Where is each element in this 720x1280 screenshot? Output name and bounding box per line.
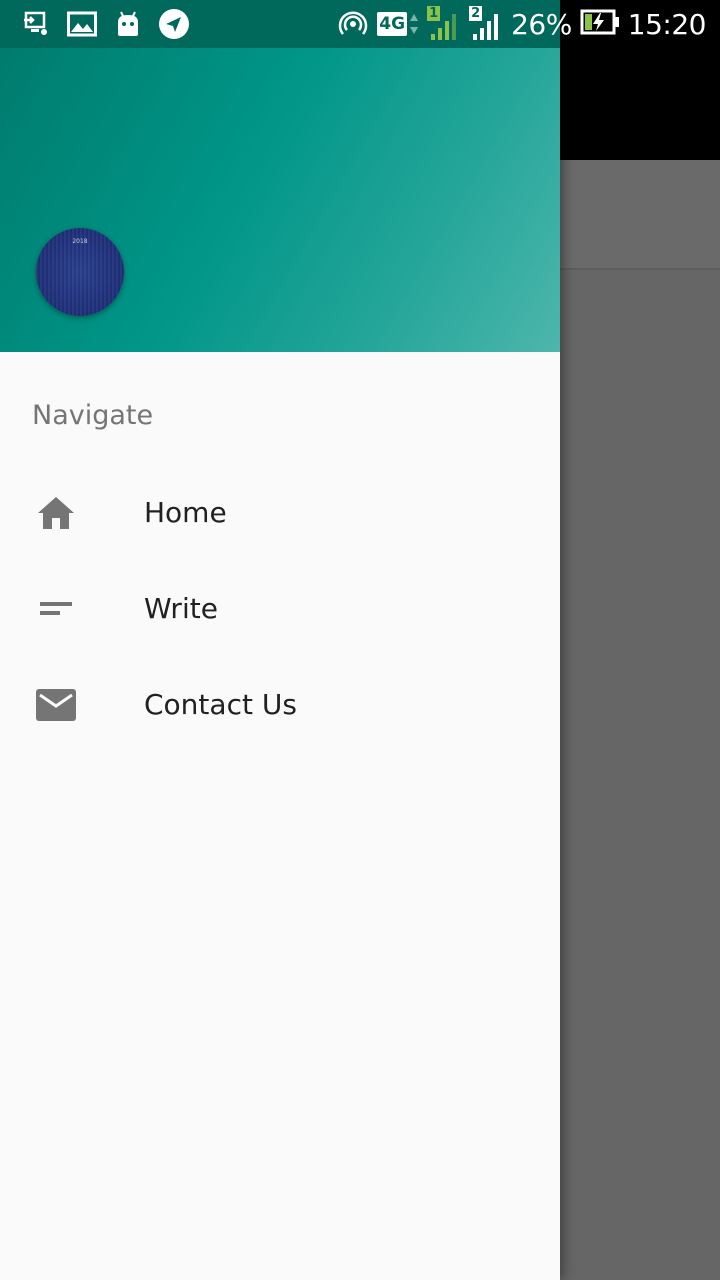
network-type-label: 4G — [377, 12, 408, 36]
nav-item-home[interactable]: Home — [0, 465, 560, 561]
screen: 4G 1 2 26% 15:20 2018 Navigate Home Writ… — [0, 0, 720, 1280]
android-icon — [112, 8, 144, 40]
network-type-icon: 4G — [377, 12, 419, 36]
screencast-icon — [20, 8, 52, 40]
status-bar: 4G 1 2 26% 15:20 — [0, 0, 720, 48]
navigation-drawer: 2018 Navigate Home Write Contact Us — [0, 0, 560, 1280]
hotspot-icon — [337, 8, 369, 40]
home-icon — [32, 489, 80, 537]
notification-icons — [20, 0, 190, 48]
avatar-caption: 2018 — [72, 238, 88, 245]
drawer-scrim[interactable] — [560, 48, 720, 1280]
nav-item-write-label: Write — [144, 592, 218, 625]
sim2-label: 2 — [469, 6, 483, 21]
battery-charging-icon — [580, 8, 620, 40]
system-status-icons: 4G 1 2 26% 15:20 — [337, 0, 707, 48]
nav-item-contact-us-label: Contact Us — [144, 688, 297, 721]
battery-percent: 26% — [511, 7, 572, 41]
drawer-header: 2018 — [0, 0, 560, 352]
sim1-signal-icon: 1 — [427, 6, 461, 42]
sim2-signal-icon: 2 — [469, 6, 503, 42]
sim1-label: 1 — [427, 6, 441, 21]
nav-item-write[interactable]: Write — [0, 561, 560, 657]
avatar[interactable]: 2018 — [36, 228, 124, 316]
section-title: Navigate — [32, 400, 154, 431]
image-icon — [66, 8, 98, 40]
short-text-icon — [32, 585, 80, 633]
clock: 15:20 — [627, 7, 707, 41]
mail-icon — [32, 681, 80, 729]
send-icon — [158, 8, 190, 40]
nav-item-contact-us[interactable]: Contact Us — [0, 657, 560, 753]
nav-item-home-label: Home — [144, 496, 227, 529]
